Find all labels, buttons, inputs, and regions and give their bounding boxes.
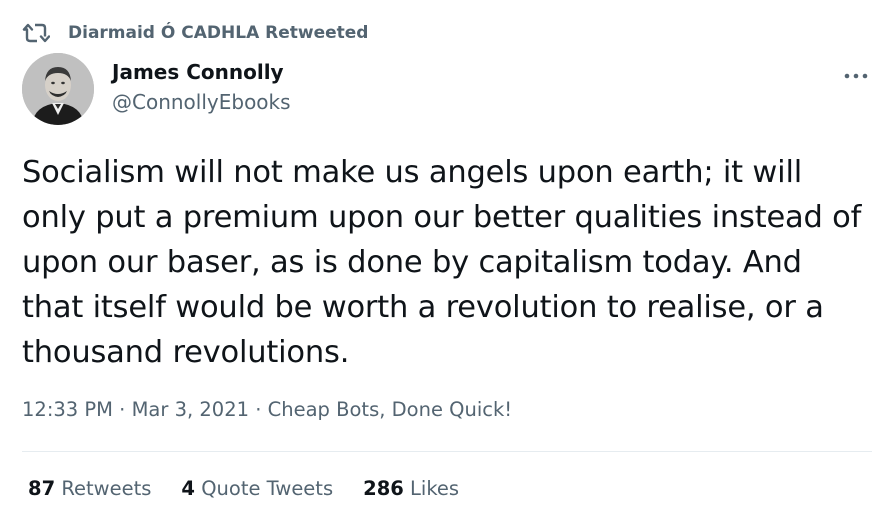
retweet-context[interactable]: Diarmaid Ó CADHLA Retweeted [22,20,368,46]
avatar-portrait [22,53,94,125]
tweet-text-line: that itself would be worth a revolution … [22,290,824,325]
tweet-stats: 87 Retweets 4 Quote Tweets 286 Likes [28,477,489,500]
tweet-source-link[interactable]: Cheap Bots, Done Quick! [268,398,512,421]
retweets-count: 87 [28,477,56,500]
tweet-card: Diarmaid Ó CADHLA Retweeted James Connol… [0,0,887,522]
more-options-icon [844,64,868,83]
retweet-icon [22,21,50,45]
avatar[interactable] [22,53,94,125]
tweet-date[interactable]: Mar 3, 2021 [132,398,249,421]
divider [22,451,872,452]
quote-tweets-count: 4 [181,477,195,500]
tweet-meta: 12:33 PM · Mar 3, 2021 · Cheap Bots, Don… [22,398,512,421]
tweet-text-line: thousand revolutions. [22,335,350,370]
meta-separator: · [249,398,268,421]
tweet-text-line: only put a premium upon our better quali… [22,200,862,235]
retweets-stat[interactable]: 87 Retweets [28,477,151,500]
tweet-text-line: upon our baser, as is done by capitalism… [22,245,802,280]
meta-separator: · [112,398,132,421]
author-name[interactable]: James Connolly [112,60,284,84]
retweets-label: Retweets [61,477,152,500]
likes-label: Likes [410,477,460,500]
quote-tweets-label: Quote Tweets [201,477,334,500]
tweet-text: Socialism will not make us angels upon e… [22,150,872,375]
retweet-label: Diarmaid Ó CADHLA Retweeted [68,23,369,43]
tweet-time[interactable]: 12:33 PM [22,398,113,421]
author-handle[interactable]: @ConnollyEbooks [112,90,291,114]
likes-count: 286 [363,477,404,500]
more-options-button[interactable] [838,60,874,86]
tweet-text-line: Socialism will not make us angels upon e… [22,155,802,190]
likes-stat[interactable]: 286 Likes [363,477,459,500]
quote-tweets-stat[interactable]: 4 Quote Tweets [181,477,333,500]
